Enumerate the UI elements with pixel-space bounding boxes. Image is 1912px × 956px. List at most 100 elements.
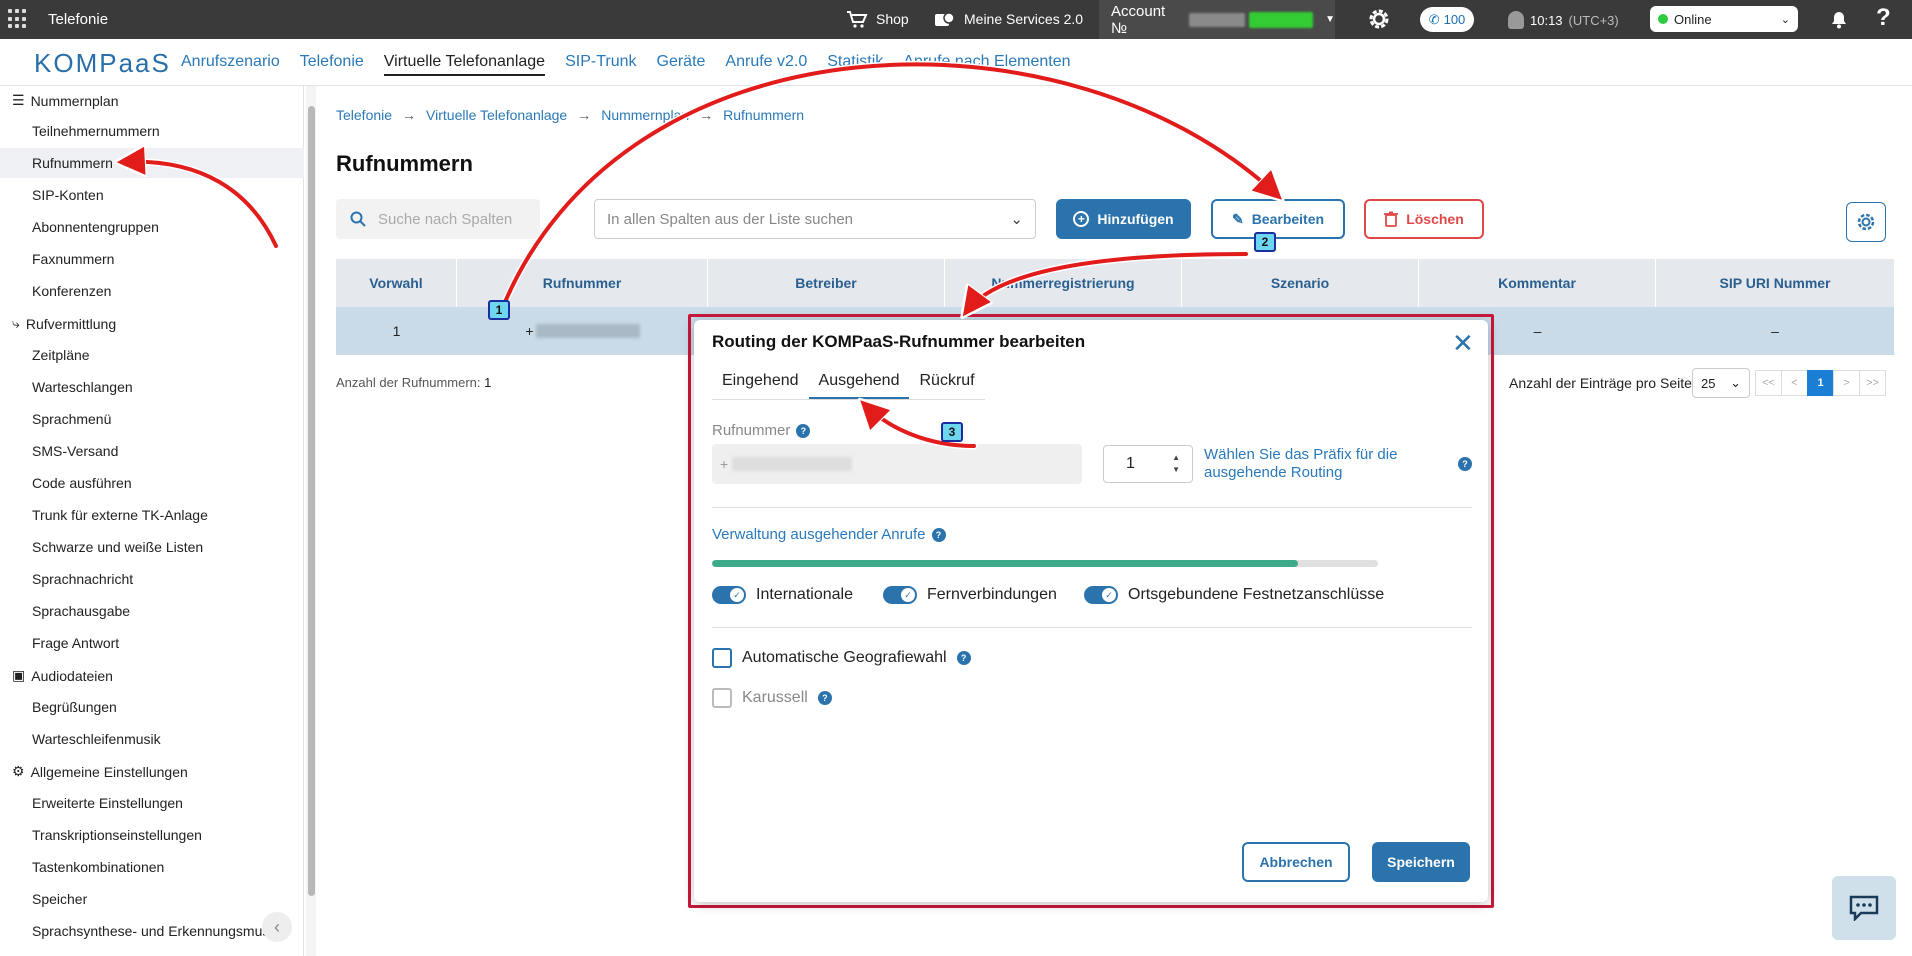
search-input[interactable]: Suche nach Spalten [336,199,540,239]
sidebar-item-begruessungen[interactable]: Begrüßungen [32,699,117,715]
sidebar-item-sprachsynthese[interactable]: Sprachsynthese- und Erkennungsmus [32,923,272,939]
col-header-betreiber[interactable]: Betreiber [708,259,945,307]
sidebar-item-abonnentengruppen[interactable]: Abonnentengruppen [32,219,159,235]
pager-last[interactable]: >> [1859,370,1886,396]
checkbox-karussell[interactable]: Karussell ? [712,688,832,708]
search-placeholder: Suche nach Spalten [378,210,513,228]
gear-icon[interactable] [1367,7,1391,31]
breadcrumb-virtuelle-telefonanlage[interactable]: Virtuelle Telefonanlage [426,107,567,123]
pencil-icon: ✎ [1231,210,1244,227]
toggle-switch[interactable] [1084,586,1118,604]
number-field: + [712,444,1082,484]
sidebar-group-allgemeine-einstellungen[interactable]: ⚙ Allgemeine Einstellungen [12,763,188,780]
sidebar-item-sprachausgabe[interactable]: Sprachausgabe [32,603,130,619]
checkbox-box[interactable] [712,688,732,708]
sidebar-item-sprachmenue[interactable]: Sprachmenü [32,411,111,427]
nav-link-sip-trunk[interactable]: SIP-Trunk [565,53,636,76]
per-page-select[interactable]: 25 ⌄ [1692,368,1750,398]
nav-link-anrufszenario[interactable]: Anrufszenario [181,53,280,76]
chat-widget-button[interactable] [1832,876,1896,940]
sidebar-item-teilnehmernummern[interactable]: Teilnehmernummern [32,123,160,139]
sidebar-item-warteschleifenmusik[interactable]: Warteschleifenmusik [32,731,161,747]
breadcrumb-rufnummern[interactable]: Rufnummern [723,107,804,123]
pager-next[interactable]: > [1833,370,1860,396]
bell-icon[interactable] [1828,8,1850,30]
sidebar-item-konferenzen[interactable]: Konferenzen [32,283,111,299]
cancel-button[interactable]: Abbrechen [1242,842,1350,882]
table-settings-button[interactable] [1846,202,1886,242]
breadcrumb-telefonie[interactable]: Telefonie [336,107,392,123]
add-button[interactable]: + Hinzufügen [1056,199,1191,239]
toggle-internationale[interactable]: Internationale [712,586,853,604]
sidebar-item-faxnummern[interactable]: Faxnummern [32,251,114,267]
calls-counter[interactable]: ✆ 100 [1420,7,1474,32]
col-header-kommentar[interactable]: Kommentar [1419,259,1656,307]
pager-page-1[interactable]: 1 [1807,370,1834,396]
help-icon[interactable]: ? [956,651,971,665]
phone-icon: ✆ [1428,11,1440,27]
sidebar-item-rufnummern[interactable]: Rufnummern [32,155,113,171]
sidebar-item-code-ausfuehren[interactable]: Code ausführen [32,475,132,491]
stepper-arrows-icon[interactable]: ▲ ▼ [1172,452,1180,476]
breadcrumb-nummernplan[interactable]: Nummernplan [601,107,689,123]
sidebar-group-audiodateien[interactable]: ▣ Audiodateien [12,667,113,684]
sidebar-group-nummernplan[interactable]: ☰ Nummernplan [12,92,119,109]
toggle-fernverbindungen[interactable]: Fernverbindungen [883,586,1057,604]
prefix-stepper[interactable]: 1 ▲ ▼ [1103,445,1193,483]
toggle-ortsgebunden[interactable]: Ortsgebundene Festnetzanschlüsse [1084,586,1384,604]
delete-button[interactable]: Löschen [1364,199,1484,239]
shop-link[interactable]: Shop [846,10,909,28]
nav-link-anrufe-nach-elementen[interactable]: Anrufe nach Elementen [903,53,1070,76]
help-icon[interactable]: ? [1876,4,1891,32]
sidebar-item-trunk-extern[interactable]: Trunk für externe TK-Anlage [32,507,208,523]
col-header-szenario[interactable]: Szenario [1182,259,1419,307]
toggle-label: Internationale [756,586,853,603]
col-header-vorwahl[interactable]: Vorwahl [336,259,457,307]
tab-rueckruf[interactable]: Rückruf [909,364,984,399]
app-title: Telefonie [48,11,109,28]
col-header-sip-uri[interactable]: SIP URI Nummer [1656,259,1894,307]
apps-grid-icon[interactable] [8,9,28,29]
checkbox-geografiewahl[interactable]: Automatische Geografiewahl ? [712,648,971,668]
toggle-switch[interactable] [883,586,917,604]
sidebar-scrollbar-thumb[interactable] [308,106,315,896]
sidebar-item-warteschlangen[interactable]: Warteschlangen [32,379,133,395]
nav-link-virtuelle-telefonanlage[interactable]: Virtuelle Telefonanlage [383,53,546,76]
tab-eingehend[interactable]: Eingehend [712,364,809,399]
nav-link-statistik[interactable]: Statistik [827,53,883,76]
pager-prev[interactable]: < [1781,370,1808,396]
toggle-switch[interactable] [712,586,746,604]
column-filter-select[interactable]: In allen Spalten aus der Liste suchen ⌄ [594,199,1036,239]
sidebar-item-listen[interactable]: Schwarze und weiße Listen [32,539,203,555]
sidebar-item-speicher[interactable]: Speicher [32,891,87,907]
prefix-value: 1 [1126,455,1135,472]
sidebar-item-tastenkombinationen[interactable]: Tastenkombinationen [32,859,164,875]
help-icon[interactable]: ? [931,527,946,542]
account-selector[interactable]: Account № ▼ [1099,0,1335,39]
status-select[interactable]: Online ⌄ [1650,6,1798,32]
tab-ausgehend[interactable]: Ausgehend [808,364,910,399]
save-button[interactable]: Speichern [1372,842,1470,882]
user-avatar-icon[interactable] [1508,11,1524,29]
services-link[interactable]: Meine Services 2.0 [934,10,1083,28]
nav-link-anrufe-v2[interactable]: Anrufe v2.0 [725,53,807,76]
sidebar-item-zeitplaene[interactable]: Zeitpläne [32,347,90,363]
collapse-sidebar-button[interactable]: ‹ [262,912,292,942]
sidebar-item-frage-antwort[interactable]: Frage Antwort [32,635,119,651]
sidebar-item-transkription[interactable]: Transkriptionseinstellungen [32,827,202,843]
nav-link-telefonie[interactable]: Telefonie [300,53,364,76]
sidebar-group-rufvermittlung[interactable]: ⤷ Rufvermittlung [12,315,116,332]
sidebar-item-sms-versand[interactable]: SMS-Versand [32,443,118,459]
edit-button[interactable]: ✎ Bearbeiten [1211,199,1345,239]
sidebar-item-sip-konten[interactable]: SIP-Konten [32,187,104,203]
checkbox-box[interactable] [712,648,732,668]
pager-first[interactable]: << [1755,370,1782,396]
sidebar-item-erweiterte-einstellungen[interactable]: Erweiterte Einstellungen [32,795,183,811]
help-icon[interactable]: ? [1458,457,1472,471]
sidebar-item-sprachnachricht[interactable]: Sprachnachricht [32,571,133,587]
help-icon[interactable]: ? [817,691,832,705]
close-icon[interactable]: ✕ [1452,330,1474,356]
col-header-nummerregistrierung[interactable]: Nummerregistrierung [945,259,1182,307]
help-icon[interactable]: ? [796,423,811,438]
nav-link-geraete[interactable]: Geräte [657,53,706,76]
